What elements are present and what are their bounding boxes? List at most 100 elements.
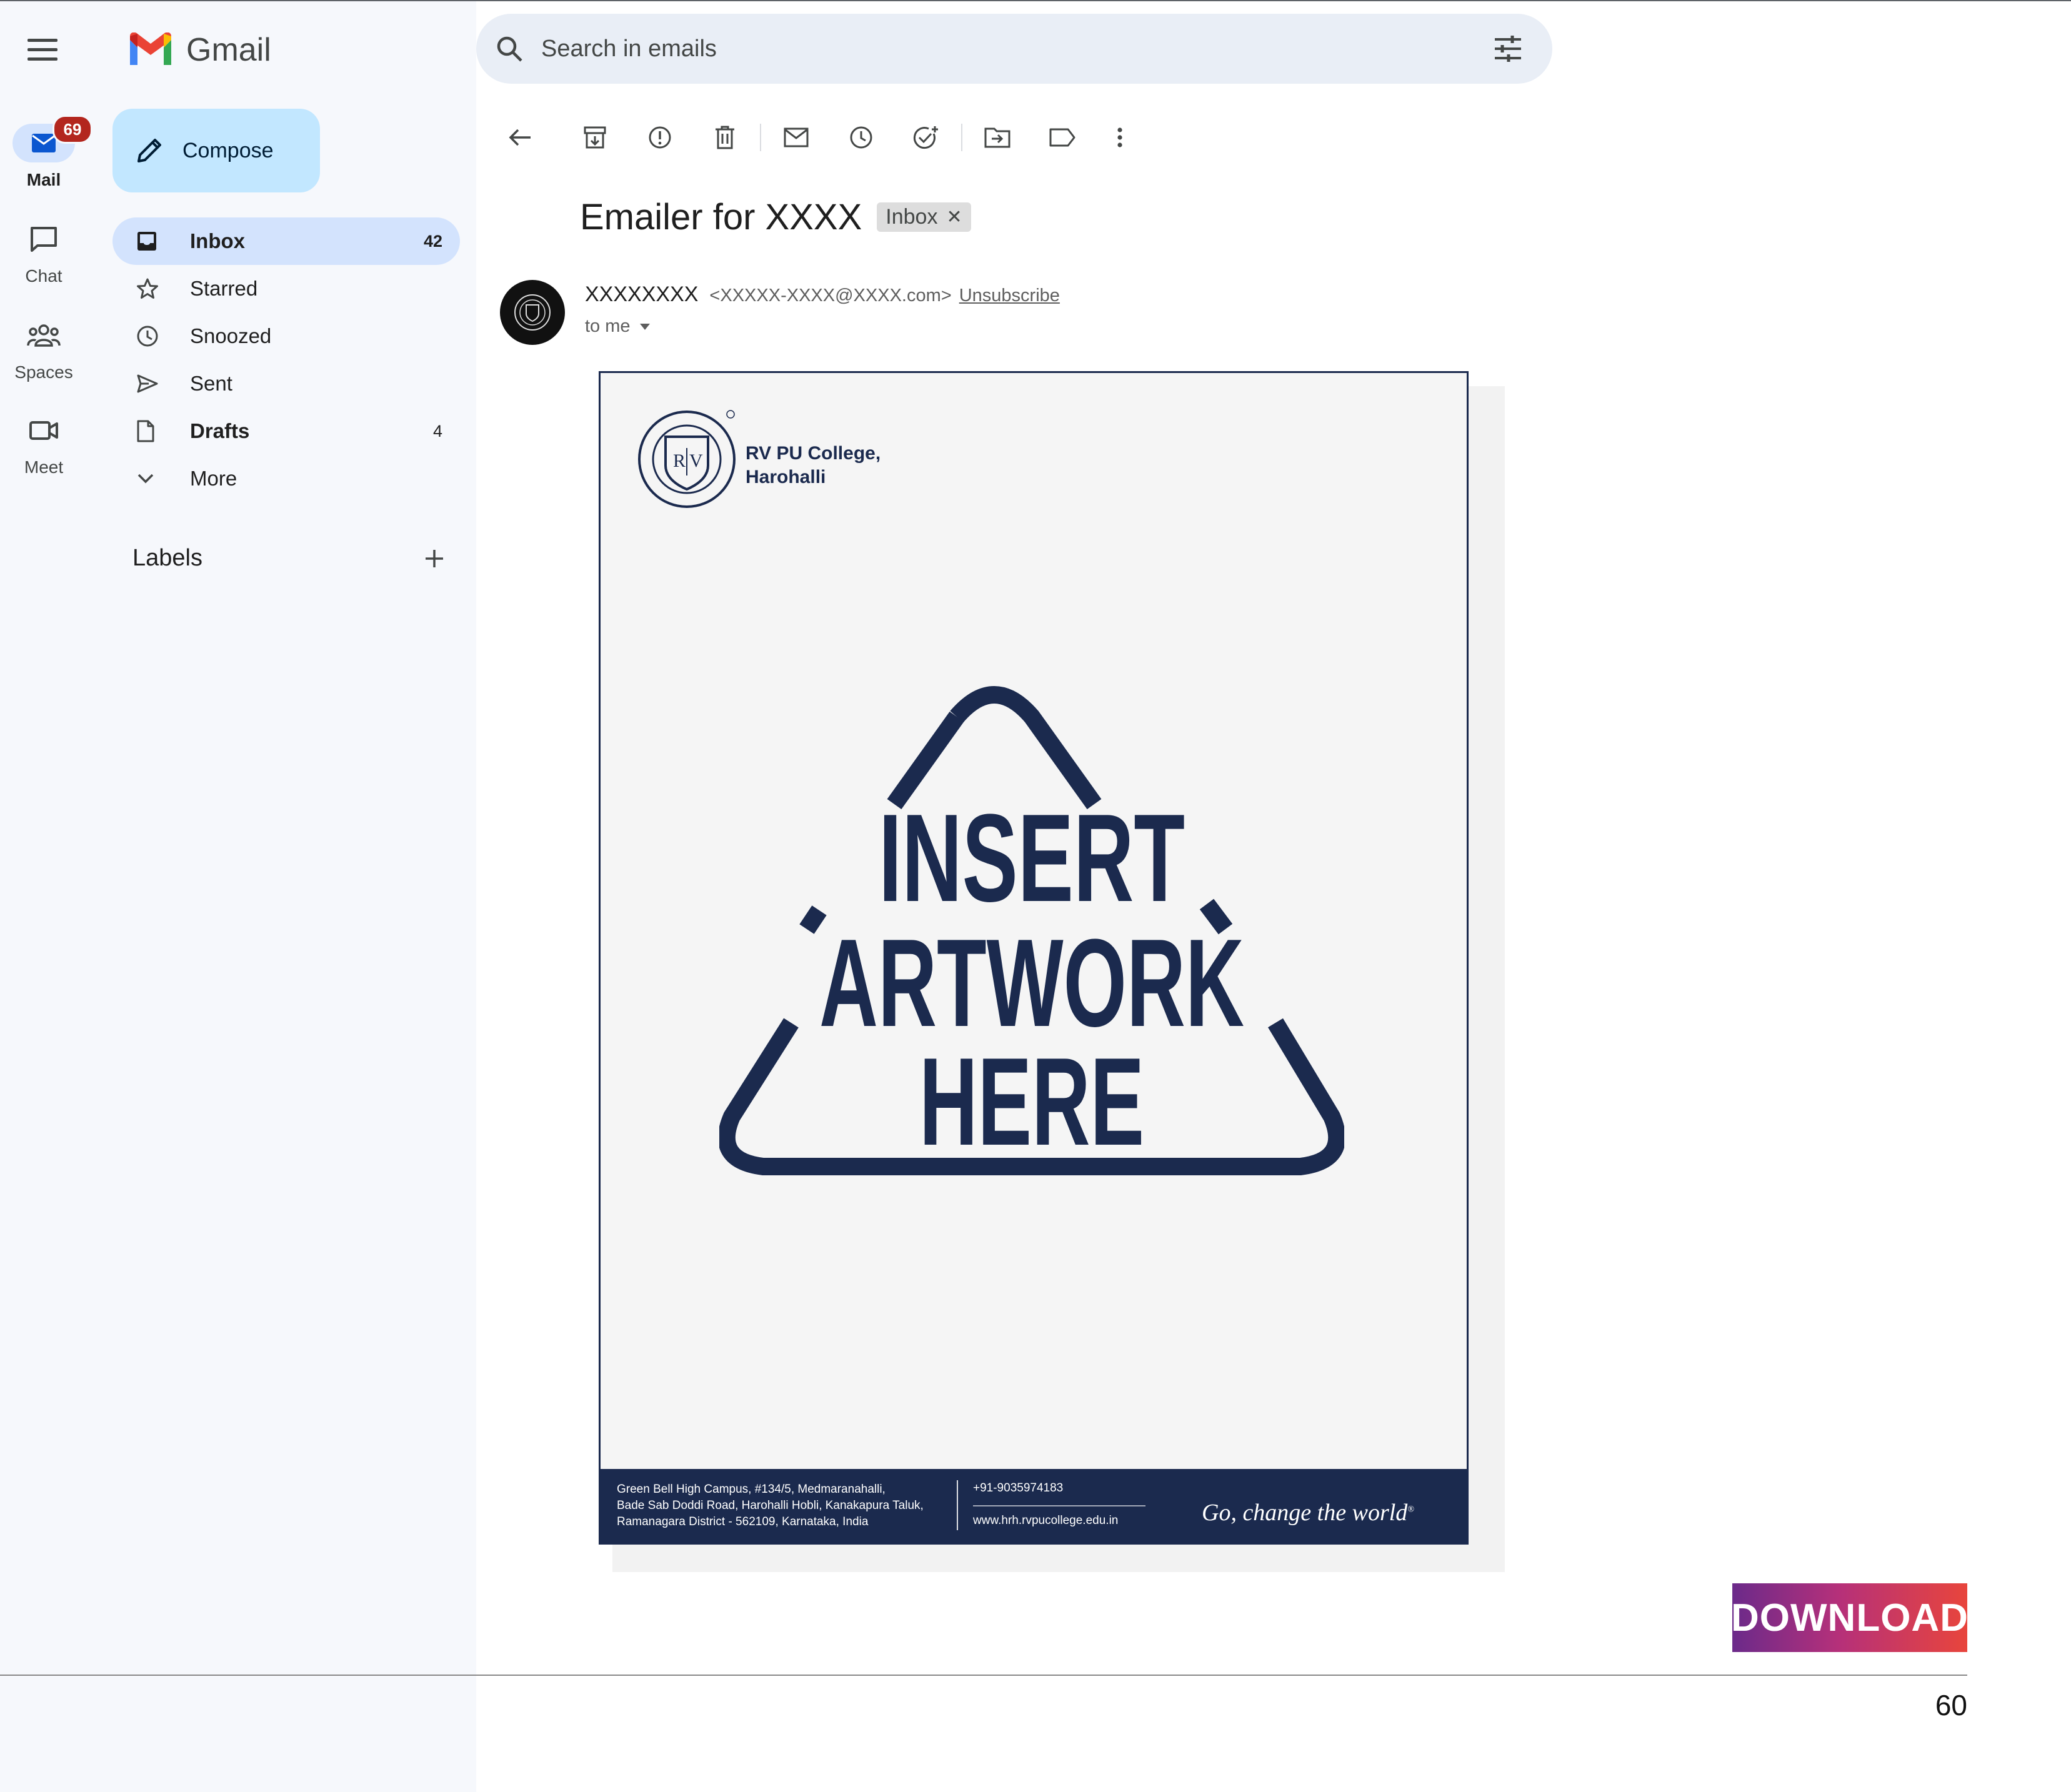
inbox-icon [137, 232, 156, 251]
labels-header: Labels [132, 545, 445, 572]
chevron-down-icon [137, 474, 154, 484]
report-spam-icon [649, 126, 671, 149]
gmail-m-icon [130, 32, 171, 65]
recipient-details[interactable]: to me [585, 316, 651, 337]
college-phone: +91-9035974183 [973, 1481, 1064, 1495]
rail-label-mail: Mail [26, 170, 61, 189]
gmail-logo[interactable]: Gmail [127, 31, 271, 69]
clock-icon [137, 326, 158, 347]
main-menu-icon[interactable] [27, 39, 57, 64]
address-line: Bade Sab Doddi Road, Harohalli Hobli, Ka… [617, 1499, 924, 1512]
nav-item-snoozed[interactable]: Snoozed [112, 312, 460, 360]
nav-item-drafts[interactable]: Drafts 4 [112, 407, 460, 455]
sender-email: <XXXXX-XXXX@XXXX.com> [709, 286, 952, 306]
nav-label: Sent [190, 372, 232, 395]
envelope-icon [784, 127, 809, 147]
page-divider [0, 1675, 1967, 1676]
toolbar-divider [760, 124, 761, 151]
label-icon [1049, 128, 1075, 147]
more-vert-icon [1117, 127, 1122, 147]
college-address: Green Bell High Campus, #134/5, Medmaran… [617, 1481, 924, 1530]
compose-button[interactable]: Compose [112, 109, 320, 192]
nav-label: Inbox [190, 229, 245, 252]
caret-down-icon [639, 323, 650, 330]
rail-label-spaces: Spaces [14, 362, 73, 382]
archive-button[interactable] [577, 120, 612, 155]
email-subject-row: Emailer for XXXX Inbox ✕ [580, 196, 971, 238]
spaces-icon [27, 324, 61, 347]
rail-item-chat[interactable]: Chat [0, 220, 87, 286]
compose-label: Compose [182, 138, 274, 162]
email-toolbar [502, 120, 1137, 155]
footer-divider [957, 1480, 958, 1530]
college-crest-icon [514, 294, 551, 331]
labels-title: Labels [132, 545, 202, 571]
gmail-wordmark: Gmail [186, 32, 271, 68]
nav-item-starred[interactable]: Starred [112, 265, 460, 312]
rail-item-spaces[interactable]: Spaces [0, 316, 87, 382]
mail-icon [32, 134, 56, 152]
nav-item-more[interactable]: More [112, 455, 460, 502]
nav-item-sent[interactable]: Sent [112, 360, 460, 407]
send-icon [137, 374, 158, 393]
download-banner[interactable]: DOWNLOAD [1731, 1583, 1968, 1652]
rail-label-meet: Meet [24, 457, 64, 477]
page-number: 60 [1935, 1689, 1967, 1721]
nav-label: Snoozed [190, 324, 272, 347]
college-name: RV PU College, Harohalli [746, 442, 881, 489]
draft-icon [137, 420, 154, 442]
app-rail: 69 Mail Chat Spaces Meet [0, 1, 95, 1792]
unsubscribe-link[interactable]: Unsubscribe [959, 286, 1060, 306]
nav-label: Drafts [190, 419, 250, 442]
move-to-button[interactable] [980, 120, 1015, 155]
add-to-tasks-button[interactable] [909, 120, 944, 155]
search-options-icon[interactable] [1494, 36, 1522, 62]
search-bar[interactable]: Search in emails [476, 14, 1552, 84]
back-button[interactable] [502, 120, 537, 155]
recipient-text: to me [585, 316, 631, 336]
address-line: Green Bell High Campus, #134/5, Medmaran… [617, 1483, 886, 1496]
flyer-footer: Green Bell High Campus, #134/5, Medmaran… [601, 1469, 1467, 1543]
college-tagline: Go, change the world® [1202, 1500, 1414, 1526]
email-subject: Emailer for XXXX [580, 197, 862, 237]
artwork-placeholder: INSERT ARTWORK HERE [719, 686, 1344, 1175]
report-spam-button[interactable] [642, 120, 677, 155]
email-view: Emailer for XXXX Inbox ✕ XXXXXXXX <XXXXX-… [476, 97, 2071, 1792]
clock-icon [850, 126, 872, 149]
chat-icon [31, 227, 57, 252]
archive-icon [584, 126, 606, 149]
snooze-button[interactable] [844, 120, 879, 155]
add-task-icon [913, 126, 938, 149]
artwork-line-1: INSERT [879, 789, 1185, 928]
nav-item-inbox[interactable]: Inbox 42 [112, 217, 460, 265]
nav-label: Starred [190, 277, 258, 300]
star-icon [137, 278, 158, 299]
trash-icon [716, 126, 734, 149]
plus-icon[interactable] [424, 548, 445, 569]
nav-list: Inbox 42 Starred Snoozed Sent Drafts 4 M… [112, 217, 460, 502]
svg-text:R: R [673, 450, 686, 471]
college-website: www.hrh.rvpucollege.edu.in [973, 1514, 1119, 1527]
pencil-icon [137, 139, 161, 162]
labels-button[interactable] [1045, 120, 1080, 155]
mark-unread-button[interactable] [779, 120, 814, 155]
sender-avatar[interactable] [500, 280, 565, 345]
move-folder-icon [984, 127, 1011, 148]
nav-count: 4 [432, 421, 442, 441]
toolbar-divider [961, 124, 962, 151]
delete-button[interactable] [707, 120, 742, 155]
rail-label-chat: Chat [25, 266, 62, 286]
search-input[interactable]: Search in emails [541, 36, 1494, 62]
svg-text:V: V [689, 450, 703, 471]
search-icon[interactable] [495, 34, 524, 63]
college-name-line2: Harohalli [746, 467, 826, 487]
remove-label-icon[interactable]: ✕ [946, 206, 962, 228]
rail-item-meet[interactable]: Meet [0, 411, 87, 477]
label-chip-text: Inbox [886, 205, 938, 229]
arrow-left-icon [509, 129, 531, 146]
more-options-button[interactable] [1102, 120, 1137, 155]
footer-rule [973, 1505, 1145, 1506]
sender-name[interactable]: XXXXXXXX [585, 282, 698, 306]
nav-label: More [190, 467, 237, 490]
rail-item-mail[interactable]: 69 Mail [0, 115, 92, 190]
